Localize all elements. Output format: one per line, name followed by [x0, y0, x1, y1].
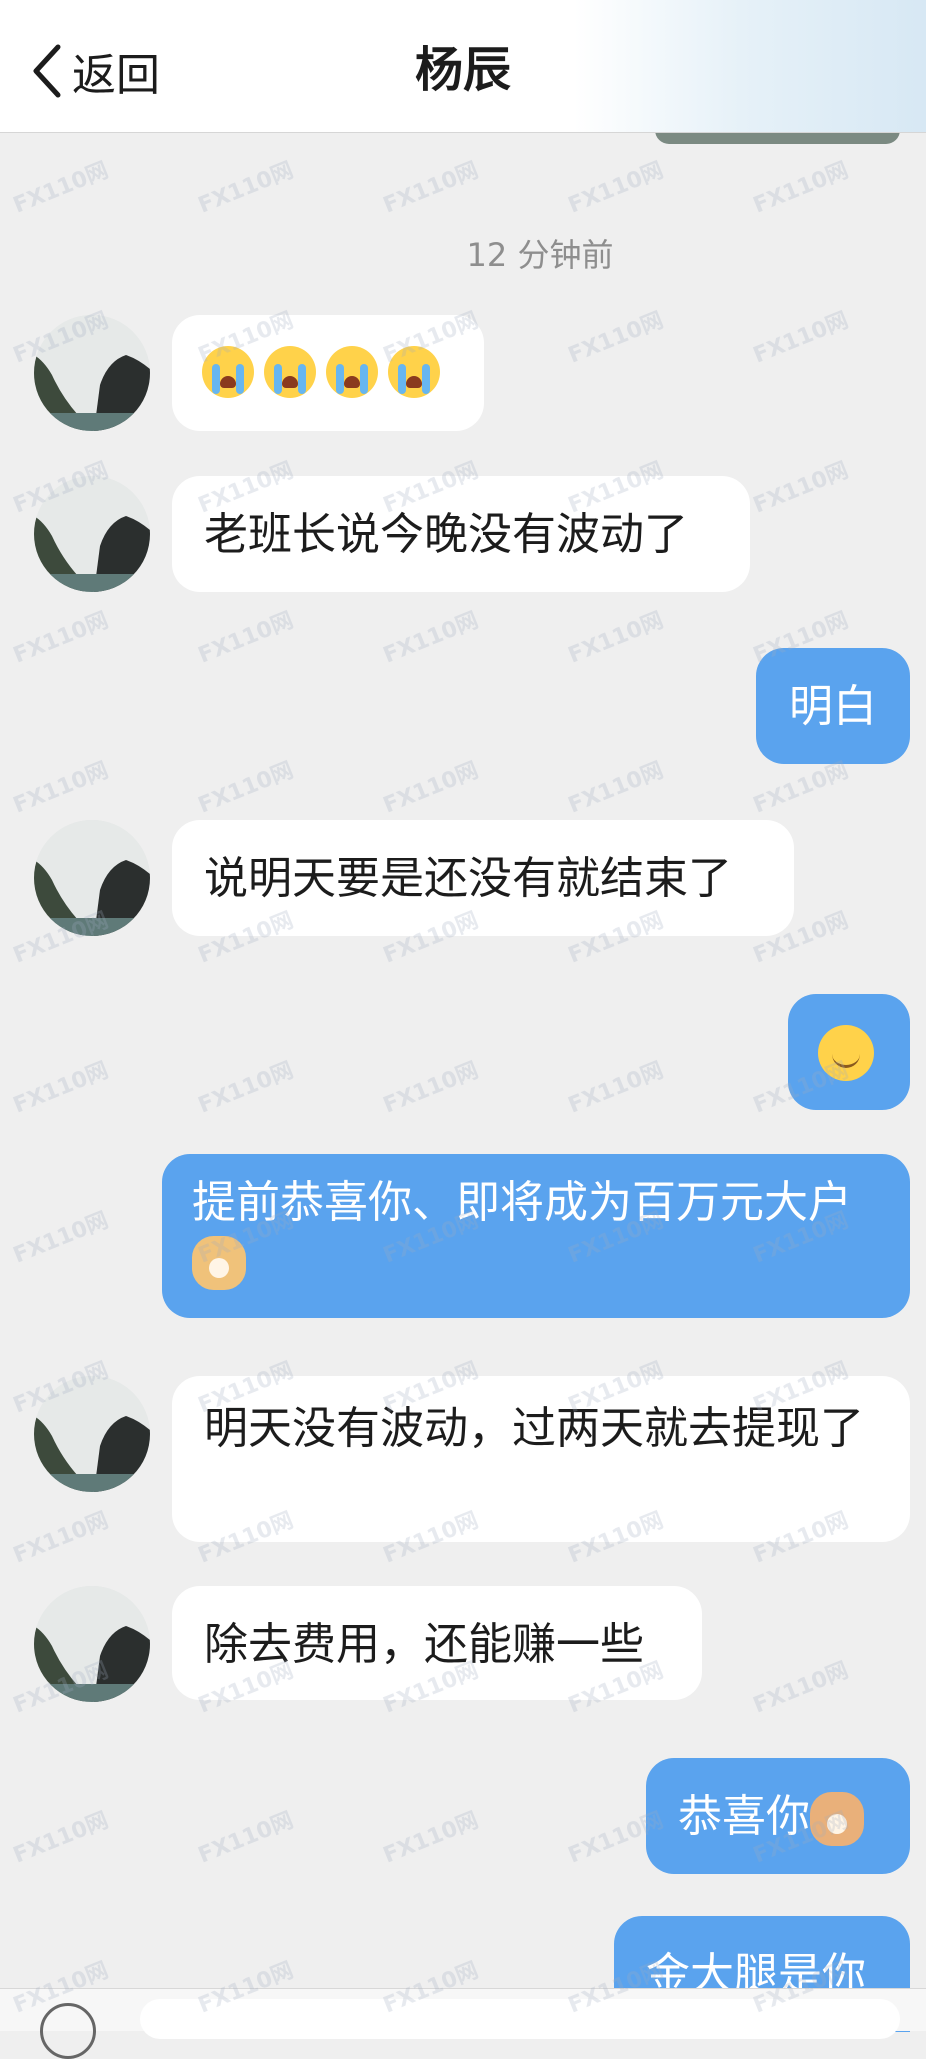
message-text: 说明天要是还没有就结束了	[204, 853, 732, 904]
watermark-text: FX110网	[9, 758, 112, 819]
message-bubble-outgoing[interactable]: 提前恭喜你、即将成为百万元大户	[162, 1154, 910, 1318]
voice-toggle-icon[interactable]	[40, 2003, 96, 2059]
contact-avatar[interactable]	[34, 476, 150, 592]
message-bubble-outgoing[interactable]: 恭喜你	[646, 1758, 910, 1874]
message-timestamp: 12 分钟前	[466, 236, 614, 274]
message-bubble-incoming[interactable]: 除去费用，还能赚一些	[172, 1586, 702, 1700]
landscape-avatar-image	[34, 315, 150, 431]
crying-face-icon	[202, 346, 254, 398]
contact-avatar[interactable]	[34, 820, 150, 936]
message-input[interactable]	[140, 1999, 900, 2039]
crying-face-icon	[264, 346, 316, 398]
message-text: 老班长说今晚没有波动了	[204, 509, 688, 560]
watermark-text: FX110网	[749, 458, 852, 519]
message-bubble-incoming[interactable]: 说明天要是还没有就结束了	[172, 820, 794, 936]
chat-header: 返回 杨辰	[0, 0, 926, 133]
watermark-text: FX110网	[379, 1808, 482, 1869]
landscape-avatar-image	[34, 1586, 150, 1702]
landscape-avatar-image	[34, 1376, 150, 1492]
message-bubble-outgoing[interactable]: 明白	[756, 648, 910, 764]
watermark-text: FX110网	[9, 1208, 112, 1269]
watermark-text: FX110网	[564, 158, 667, 219]
contact-avatar[interactable]	[34, 315, 150, 431]
watermark-text: FX110网	[379, 158, 482, 219]
watermark-text: FX110网	[564, 1058, 667, 1119]
watermark-text: FX110网	[564, 608, 667, 669]
landscape-avatar-image	[34, 820, 150, 936]
contact-avatar[interactable]	[34, 1376, 150, 1492]
watermark-text: FX110网	[9, 1808, 112, 1869]
message-text: 除去费用，还能赚一些	[204, 1619, 644, 1670]
page-title: 杨辰	[414, 42, 511, 98]
watermark-text: FX110网	[9, 1508, 112, 1569]
watermark-text: FX110网	[9, 608, 112, 669]
watermark-text: FX110网	[564, 308, 667, 369]
chat-input-bar	[0, 1988, 926, 2059]
watermark-text: FX110网	[749, 1658, 852, 1719]
watermark-text: FX110网	[749, 158, 852, 219]
message-bubble-incoming[interactable]: 老班长说今晚没有波动了	[172, 476, 750, 592]
crying-face-icon	[388, 346, 440, 398]
smiling-face-icon	[818, 1025, 874, 1081]
watermark-text: FX110网	[379, 1058, 482, 1119]
watermark-text: FX110网	[379, 608, 482, 669]
watermark-text: FX110网	[564, 758, 667, 819]
message-text: 明天没有波动，过两天就去提现了	[204, 1403, 864, 1454]
watermark-text: FX110网	[194, 1808, 297, 1869]
message-bubble-incoming[interactable]: 明天没有波动，过两天就去提现了	[172, 1376, 910, 1542]
watermark-text: FX110网	[379, 758, 482, 819]
message-text: 恭喜你	[678, 1791, 810, 1842]
watermark-text: FX110网	[9, 1058, 112, 1119]
watermark-text: FX110网	[194, 1058, 297, 1119]
crying-face-icon	[326, 346, 378, 398]
message-text: 明白	[789, 681, 877, 732]
landscape-avatar-image	[34, 476, 150, 592]
watermark-text: FX110网	[194, 158, 297, 219]
message-text: 提前恭喜你、即将成为百万元大户	[192, 1177, 852, 1228]
watermark-text: FX110网	[749, 308, 852, 369]
cat-face-icon	[810, 1792, 864, 1846]
contact-avatar[interactable]	[34, 1586, 150, 1702]
message-bubble-incoming[interactable]	[172, 315, 484, 431]
doge-emoji-icon	[192, 1236, 246, 1290]
watermark-text: FX110网	[9, 158, 112, 219]
watermark-text: FX110网	[194, 758, 297, 819]
message-bubble-outgoing[interactable]	[788, 994, 910, 1110]
watermark-text: FX110网	[194, 608, 297, 669]
